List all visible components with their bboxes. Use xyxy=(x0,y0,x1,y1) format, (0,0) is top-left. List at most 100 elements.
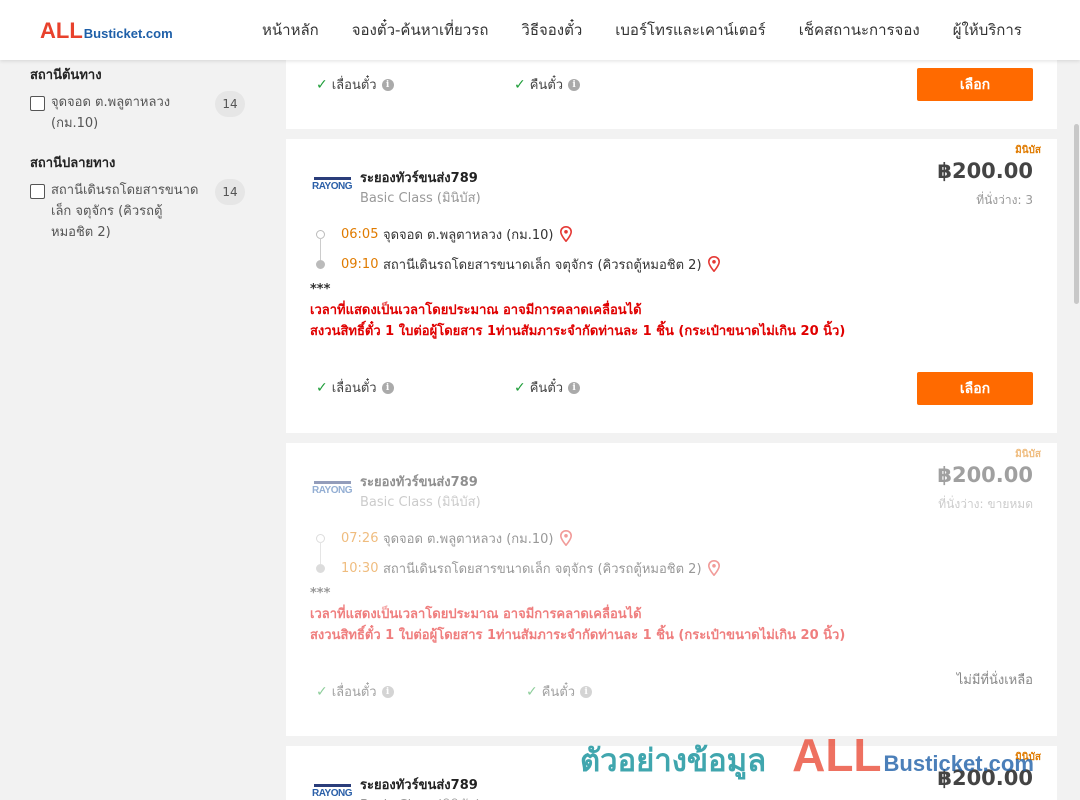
operator-logo: RAYONG xyxy=(312,481,352,497)
origin-option-label: จุดจอด ต.พลูตาหลวง (กม.10) xyxy=(51,95,171,131)
info-icon[interactable]: i xyxy=(580,685,593,698)
no-seat-status: ไม่มีที่นั่งเหลือ xyxy=(956,673,1033,688)
page-scrollbar[interactable] xyxy=(1072,60,1080,800)
refund-feature: ✓ คืนตั๋ว i xyxy=(526,681,593,702)
origin-count-badge: 14 xyxy=(215,91,245,117)
operator-name: ระยองทัวร์ขนส่ง789 xyxy=(360,778,478,793)
nav-book-search[interactable]: จองตั๋ว-ค้นหาเที่ยวรถ xyxy=(352,18,489,42)
reschedule-label: เลื่อนตั๋ว xyxy=(331,685,377,700)
departure-stop: 06:05 จุดจอด ต.พลูตาหลวง (กม.10) xyxy=(316,219,720,249)
destination-filter-option[interactable]: สถานีเดินรถโดยสารขนาดเล็ก จตุจักร (คิวรถ… xyxy=(30,179,256,243)
select-button[interactable]: เลือก xyxy=(917,372,1033,405)
destination-count-badge: 14 xyxy=(215,179,245,205)
nav-home[interactable]: หน้าหลัก xyxy=(262,18,319,42)
arrival-time: 09:10 xyxy=(341,256,379,272)
map-pin-icon[interactable] xyxy=(707,560,720,576)
destination-option-label: สถานีเดินรถโดยสารขนาดเล็ก จตุจักร (คิวรถ… xyxy=(51,183,199,240)
refund-feature: ✓ คืนตั๋ว i xyxy=(514,377,581,398)
logo-busticket: Busticket.com xyxy=(83,26,173,41)
main-nav: หน้าหลัก จองตั๋ว-ค้นหาเที่ยวรถ วิธีจองตั… xyxy=(262,0,1055,60)
select-button[interactable]: เลือก xyxy=(917,68,1033,101)
route: 07:26 จุดจอด ต.พลูตาหลวง (กม.10) 10:30 ส… xyxy=(316,523,720,583)
reschedule-feature: ✓ เลื่อนตั๋ว i xyxy=(316,681,394,702)
check-icon: ✓ xyxy=(514,76,526,93)
arrival-time: 10:30 xyxy=(341,560,379,576)
scrollbar-thumb[interactable] xyxy=(1074,124,1079,304)
info-icon[interactable]: i xyxy=(568,381,581,394)
origin-checkbox[interactable] xyxy=(30,96,45,111)
info-icon[interactable]: i xyxy=(381,381,394,394)
refund-label: คืนตั๋ว xyxy=(541,685,576,700)
check-icon: ✓ xyxy=(514,379,526,396)
arrival-stop: 10:30 สถานีเดินรถโดยสารขนาดเล็ก จตุจักร … xyxy=(316,553,720,583)
info-icon[interactable]: i xyxy=(568,78,581,91)
luggage-policy: สงวนสิทธิ์ตั๋ว 1 ใบต่อผู้โดยสาร 1ท่านสัม… xyxy=(310,324,846,339)
info-icon[interactable]: i xyxy=(381,78,394,91)
trip-card-sold-out: มินิบัส RAYONG ระยองทัวร์ขนส่ง789 Basic … xyxy=(286,443,1057,736)
destination-checkbox[interactable] xyxy=(30,184,45,199)
logo-all: ALL xyxy=(40,18,83,43)
minibus-tag: มินิบัส xyxy=(1015,145,1041,156)
map-pin-icon[interactable] xyxy=(559,226,572,242)
bus-class: Basic Class (มินิบัส) xyxy=(360,191,481,206)
nav-how-to-book[interactable]: วิธีจองตั๋ว xyxy=(521,18,582,42)
refund-label: คืนตั๋ว xyxy=(529,381,564,396)
destination-filter-title: สถานีปลายทาง xyxy=(30,156,116,171)
operator-logo: RAYONG xyxy=(312,177,352,193)
departure-time: 07:26 xyxy=(341,530,379,546)
reschedule-feature: ✓ เลื่อนตั๋ว i xyxy=(316,74,394,95)
reschedule-label: เลื่อนตั๋ว xyxy=(331,381,377,396)
refund-feature: ✓ คืนตั๋ว i xyxy=(514,74,581,95)
notes-marker: *** xyxy=(310,586,331,601)
check-icon: ✓ xyxy=(526,683,538,700)
trip-card: มินิบัส RAYONG ระยองทัวร์ขนส่ง789 Basic … xyxy=(286,139,1057,433)
time-disclaimer: เวลาที่แสดงเป็นเวลาโดยประมาณ อาจมีการคลา… xyxy=(310,303,642,318)
minibus-tag: มินิบัส xyxy=(1015,449,1041,460)
arrival-stop: 09:10 สถานีเดินรถโดยสารขนาดเล็ก จตุจักร … xyxy=(316,249,720,279)
nav-operators[interactable]: ผู้ให้บริการ xyxy=(953,18,1022,42)
ticket-price: ฿200.00 xyxy=(937,159,1033,183)
seats-available: ที่นั่งว่าง: ขายหมด xyxy=(938,497,1033,511)
bus-class: Basic Class (มินิบัส) xyxy=(360,794,481,800)
refund-label: คืนตั๋ว xyxy=(529,78,564,93)
map-pin-icon[interactable] xyxy=(559,530,572,546)
nav-check-booking[interactable]: เช็คสถานะการจอง xyxy=(799,18,920,42)
reschedule-label: เลื่อนตั๋ว xyxy=(331,78,377,93)
stop-dot-icon xyxy=(316,259,325,269)
site-logo[interactable]: ALL Busticket.com xyxy=(40,18,173,44)
info-icon[interactable]: i xyxy=(381,685,394,698)
trip-notes: *** เวลาที่แสดงเป็นเวลาโดยประมาณ อาจมีกา… xyxy=(310,279,845,342)
top-header: ALL Busticket.com หน้าหลัก จองตั๋ว-ค้นหา… xyxy=(0,0,1080,60)
route: 06:05 จุดจอด ต.พลูตาหลวง (กม.10) 09:10 ส… xyxy=(316,219,720,279)
check-icon: ✓ xyxy=(316,683,328,700)
operator-name: ระยองทัวร์ขนส่ง789 xyxy=(360,171,478,186)
trip-card-previous: ✓ เลื่อนตั๋ว i ✓ คืนตั๋ว i เลือก xyxy=(286,52,1057,129)
departure-time: 06:05 xyxy=(341,226,379,242)
notes-marker: *** xyxy=(310,282,331,297)
departure-stop: 07:26 จุดจอด ต.พลูตาหลวง (กม.10) xyxy=(316,523,720,553)
reschedule-feature: ✓ เลื่อนตั๋ว i xyxy=(316,377,394,398)
arrival-place: สถานีเดินรถโดยสารขนาดเล็ก จตุจักร (คิวรถ… xyxy=(383,561,702,577)
route-line xyxy=(320,542,322,564)
operator-name: ระยองทัวร์ขนส่ง789 xyxy=(360,475,478,490)
seats-available: ที่นั่งว่าง: 3 xyxy=(976,193,1033,207)
minibus-tag: มินิบัส xyxy=(1015,752,1041,763)
departure-place: จุดจอด ต.พลูตาหลวง (กม.10) xyxy=(383,227,554,243)
operator-logo: RAYONG xyxy=(312,784,352,800)
route-line xyxy=(320,238,322,260)
ticket-price: ฿200.00 xyxy=(937,766,1033,790)
bus-class: Basic Class (มินิบัส) xyxy=(360,495,481,510)
trip-notes: *** เวลาที่แสดงเป็นเวลาโดยประมาณ อาจมีกา… xyxy=(310,583,845,646)
stop-dot-icon xyxy=(316,563,325,573)
origin-filter-title: สถานีต้นทาง xyxy=(30,68,102,83)
filter-sidebar: สถานีต้นทาง จุดจอด ต.พลูตาหลวง (กม.10) 1… xyxy=(30,60,256,261)
trip-card: มินิบัส RAYONG ระยองทัวร์ขนส่ง789 Basic … xyxy=(286,746,1057,800)
time-disclaimer: เวลาที่แสดงเป็นเวลาโดยประมาณ อาจมีการคลา… xyxy=(310,607,642,622)
nav-phone-counter[interactable]: เบอร์โทรและเคาน์เตอร์ xyxy=(615,18,765,42)
ticket-price: ฿200.00 xyxy=(937,463,1033,487)
check-icon: ✓ xyxy=(316,379,328,396)
departure-place: จุดจอด ต.พลูตาหลวง (กม.10) xyxy=(383,531,554,547)
origin-filter-option[interactable]: จุดจอด ต.พลูตาหลวง (กม.10) 14 xyxy=(30,91,256,134)
map-pin-icon[interactable] xyxy=(707,256,720,272)
check-icon: ✓ xyxy=(316,76,328,93)
